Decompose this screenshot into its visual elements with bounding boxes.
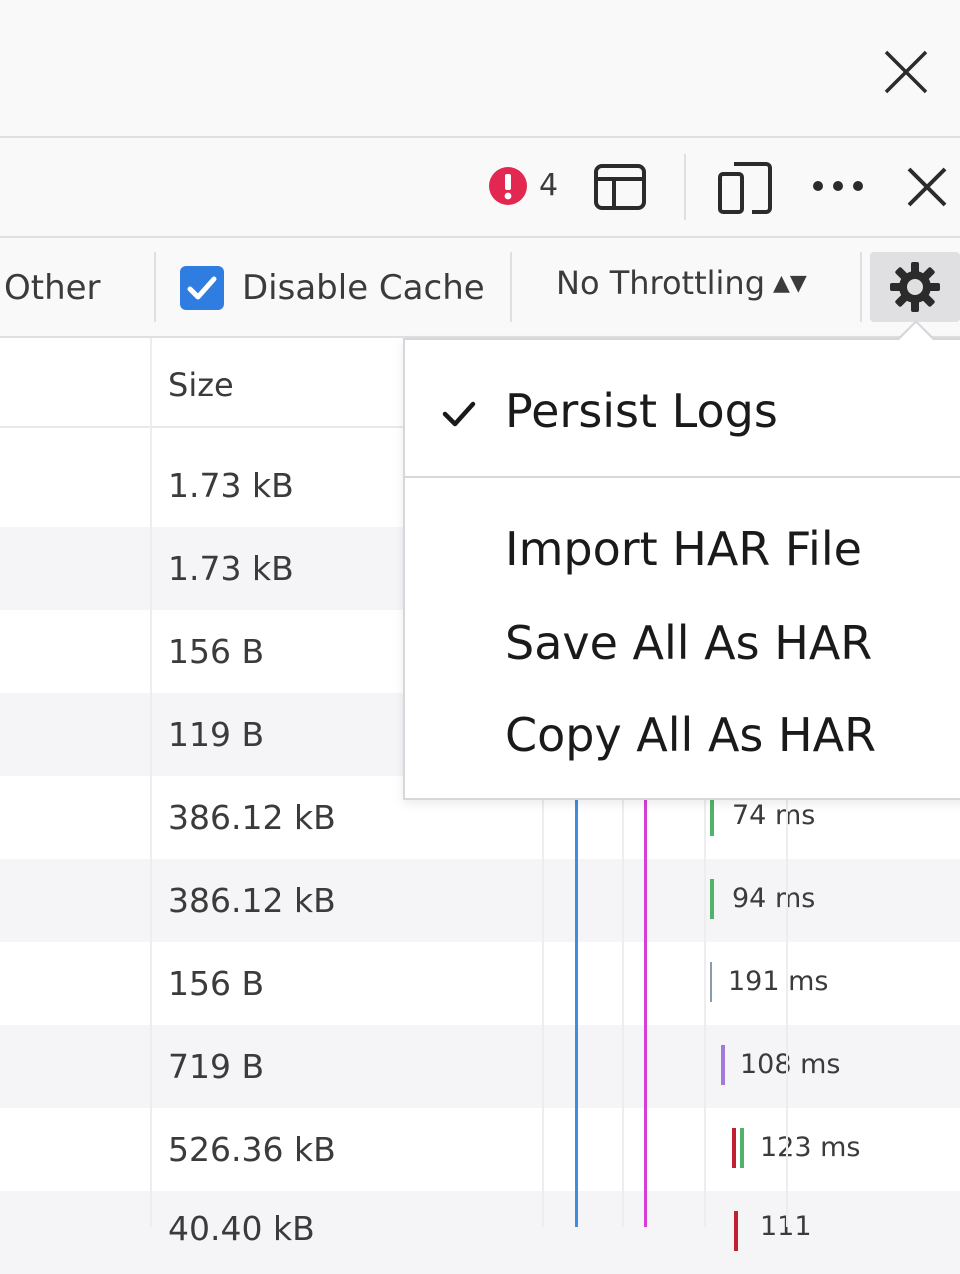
size-cell: 526.36 kB [168,1130,336,1169]
time-cell: 74 ms [732,800,816,831]
timing-bar [710,796,714,836]
size-cell: 119 B [168,715,265,754]
gear-icon [890,262,940,312]
more-options-icon[interactable] [808,174,868,198]
table-row[interactable]: 156 B 191 ms [0,942,960,1025]
menu-item-import-har[interactable]: Import HAR File [405,508,960,592]
size-cell: 156 B [168,964,265,1003]
menu-item-save-all-har[interactable]: Save All As HAR [405,602,960,686]
timing-bar [740,1128,744,1168]
dock-side-icon[interactable] [592,162,648,212]
time-cell: 123 ms [760,1132,861,1163]
network-settings-button[interactable] [870,252,960,322]
column-divider [542,776,544,1227]
toolbar-separator [684,154,686,220]
devtools-toolbar: 4 [0,138,960,238]
toolbar-separator [510,252,512,322]
size-cell: 719 B [168,1047,265,1086]
throttling-label: No Throttling [556,264,766,302]
menu-item-label: Save All As HAR [505,616,873,670]
column-divider [622,776,624,1227]
dom-content-loaded-line [575,776,578,1227]
menu-item-label: Import HAR File [505,522,862,576]
checkmark-icon [442,401,476,427]
close-devtools-icon[interactable] [904,164,950,210]
error-icon[interactable] [488,166,528,206]
toolbar-separator [154,252,156,322]
menu-separator [405,476,960,478]
size-cell: 1.73 kB [168,466,294,505]
table-row[interactable]: 526.36 kB 123 ms [0,1108,960,1191]
size-cell: 40.40 kB [168,1209,315,1248]
size-cell: 1.73 kB [168,549,294,588]
table-row[interactable]: 40.40 kB 111 [0,1191,960,1274]
checkmark-icon [187,276,217,300]
disable-cache-label[interactable]: Disable Cache [242,268,485,308]
column-divider [150,338,152,1227]
filter-other-button[interactable]: Other [4,268,101,308]
close-window-icon[interactable] [880,46,932,98]
time-cell: 191 ms [728,966,829,997]
size-cell: 386.12 kB [168,798,336,837]
column-divider [786,776,788,1227]
timing-bar [721,1045,725,1085]
network-toolbar: Other Disable Cache No Throttling ▲▼ [0,238,960,338]
timing-bar [710,879,714,919]
disable-cache-checkbox[interactable] [180,266,224,310]
throttling-select[interactable]: No Throttling ▲▼ [556,264,807,302]
table-row[interactable]: 386.12 kB 94 ms [0,859,960,942]
menu-item-persist-logs[interactable]: Persist Logs [405,370,960,454]
menu-item-label: Copy All As HAR [505,708,877,762]
menu-item-copy-all-har[interactable]: Copy All As HAR [405,694,960,778]
size-cell: 386.12 kB [168,881,336,920]
table-row[interactable]: 719 B 108 ms [0,1025,960,1108]
load-event-line [644,776,647,1227]
menu-item-label: Persist Logs [505,384,778,438]
toolbar-separator [860,252,862,322]
timing-bar [734,1211,738,1251]
size-cell: 156 B [168,632,265,671]
error-count[interactable]: 4 [539,168,558,203]
settings-menu: Persist Logs Import HAR File Save All As… [403,338,960,800]
timing-bar [710,962,712,1002]
timing-bar [732,1128,736,1168]
column-divider [704,776,706,1227]
column-header-size[interactable]: Size [168,366,234,404]
time-cell: 94 ms [732,883,816,914]
time-cell: 108 ms [740,1049,841,1080]
window-titlebar [0,0,960,138]
menu-arrow-inner [899,323,933,340]
responsive-design-mode-icon[interactable] [716,160,774,216]
select-arrows-icon: ▲▼ [773,271,807,296]
